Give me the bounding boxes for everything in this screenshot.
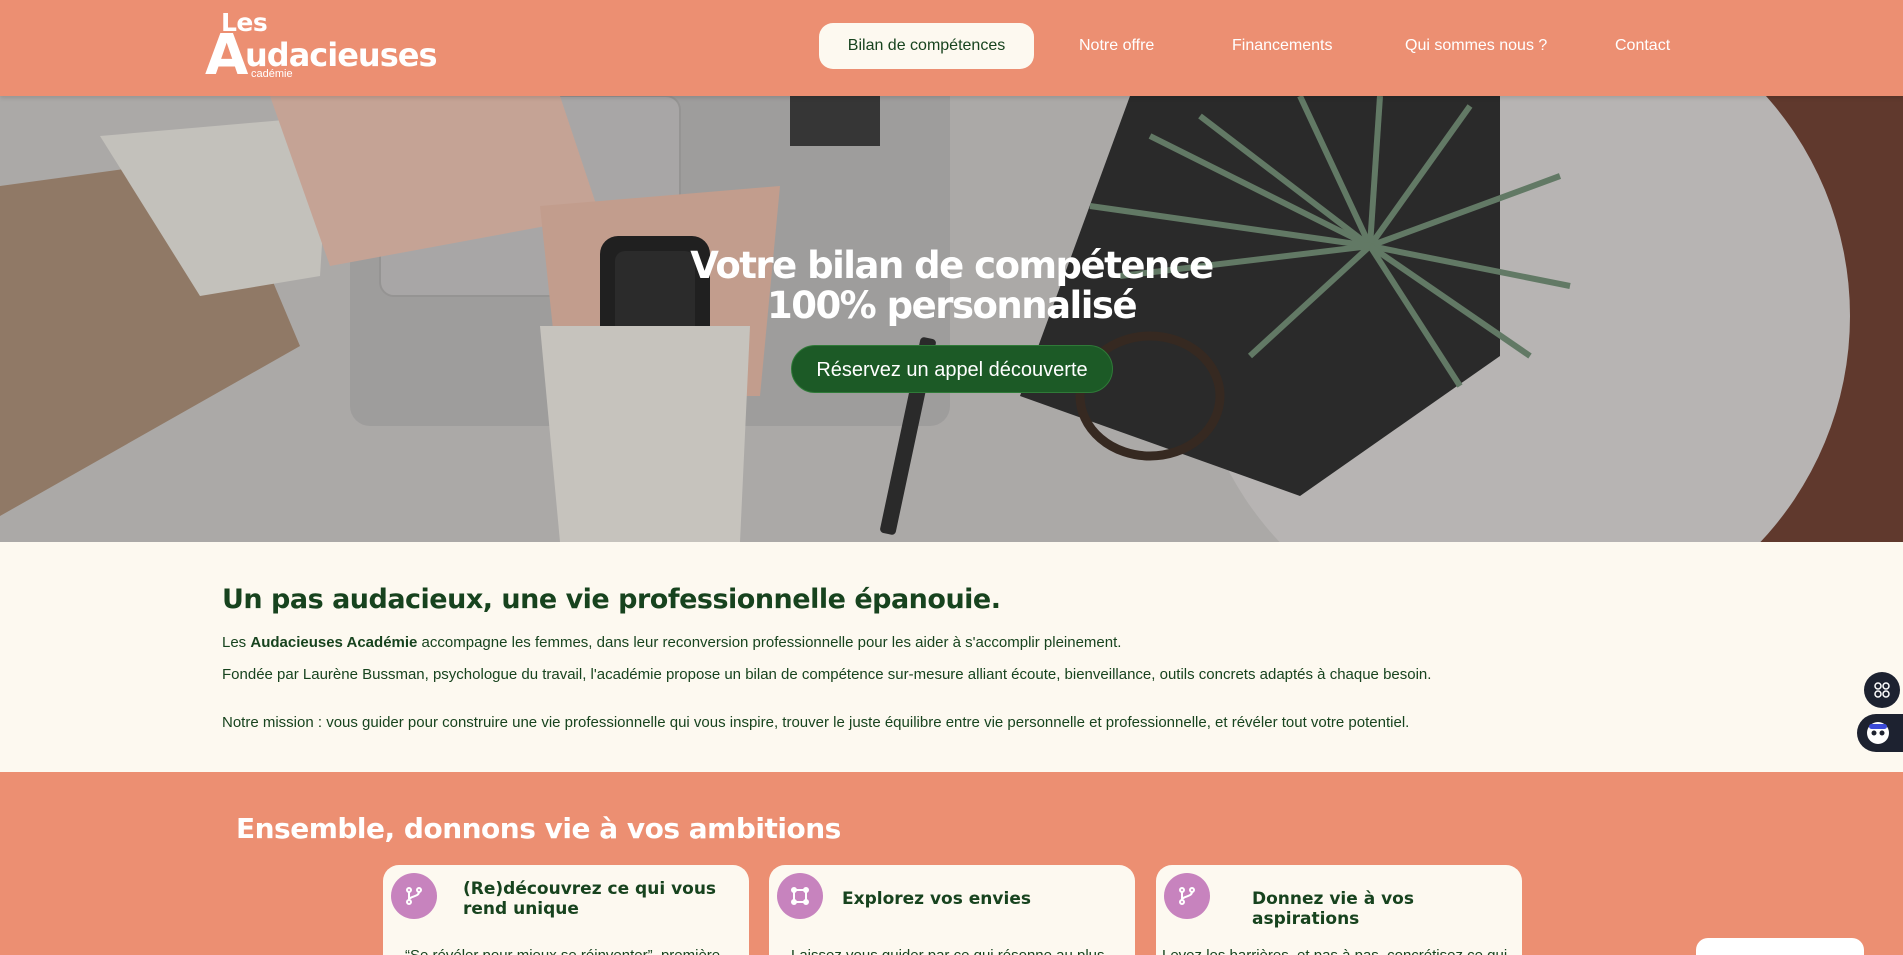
ambitions-section: Ensemble, donnons vie à vos ambitions (R… <box>0 772 1903 955</box>
grid-icon <box>1874 682 1890 698</box>
ambition-card-1-title: (Re)découvrez ce qui vous rend unique <box>463 879 717 919</box>
nav-bilan-de-competences[interactable]: Bilan de compétences <box>819 23 1034 69</box>
intro-title: Un pas audacieux, une vie professionnell… <box>222 584 1001 615</box>
main-nav: Bilan de compétences Notre offre Finance… <box>0 23 1903 69</box>
logo-text-academie: cadémie <box>251 68 293 80</box>
bottom-floating-tab[interactable] <box>1696 938 1864 955</box>
ambitions-title: Ensemble, donnons vie à vos ambitions <box>236 812 841 845</box>
intro-p1-bold: Audacieuses Académie <box>250 634 418 651</box>
nav-qui-sommes-nous[interactable]: Qui sommes nous ? <box>1405 23 1547 69</box>
frame-icon <box>777 873 823 919</box>
hero-title-line-1: Votre bilan de compétence <box>690 244 1214 287</box>
hero-title: Votre bilan de compétence 100% personnal… <box>0 246 1903 326</box>
site-header: Les A udacieuses cadémie Bilan de compét… <box>0 0 1903 96</box>
chatbot-icon <box>1867 722 1889 744</box>
ambition-card-3[interactable]: Donnez vie à vos aspirations Levez les b… <box>1156 865 1522 955</box>
branch-icon <box>391 873 437 919</box>
nav-contact[interactable]: Contact <box>1615 23 1670 69</box>
ambition-card-2-text: Laissez vous guider par ce qui résonne a… <box>791 947 1121 955</box>
intro-paragraph-3: Notre mission : vous guider pour constru… <box>222 714 1410 731</box>
intro-paragraph-2: Fondée par Laurène Bussman, psychologue … <box>222 666 1432 683</box>
intro-p1-start: Les <box>222 634 251 651</box>
hero-title-line-2: 100% personnalisé <box>766 284 1138 327</box>
ambition-card-3-text: Levez les barrières, et pas à pas, concr… <box>1162 947 1516 955</box>
branch-icon <box>1164 873 1210 919</box>
accessibility-widget-button[interactable] <box>1864 672 1900 708</box>
chat-widget-button[interactable] <box>1857 714 1903 752</box>
intro-section: Un pas audacieux, une vie professionnell… <box>0 542 1903 772</box>
book-discovery-call-button[interactable]: Réservez un appel découverte <box>791 345 1113 393</box>
intro-p1-end: accompagne les femmes, dans leur reconve… <box>417 634 1122 651</box>
intro-paragraph-1: Les Audacieuses Académie accompagne les … <box>222 635 1467 651</box>
nav-notre-offre[interactable]: Notre offre <box>1079 23 1154 69</box>
ambition-card-3-title: Donnez vie à vos aspirations <box>1252 889 1414 929</box>
ambition-card-2-title: Explorez vos envies <box>842 889 1031 909</box>
ambition-card-2[interactable]: Explorez vos envies Laissez vous guider … <box>769 865 1135 955</box>
ambition-card-1[interactable]: (Re)découvrez ce qui vous rend unique “S… <box>383 865 749 955</box>
nav-financements[interactable]: Financements <box>1232 23 1333 69</box>
hero-section: Votre bilan de compétence 100% personnal… <box>0 96 1903 542</box>
ambition-card-1-text: “Se révéler pour mieux se réinventer”, p… <box>405 947 735 955</box>
